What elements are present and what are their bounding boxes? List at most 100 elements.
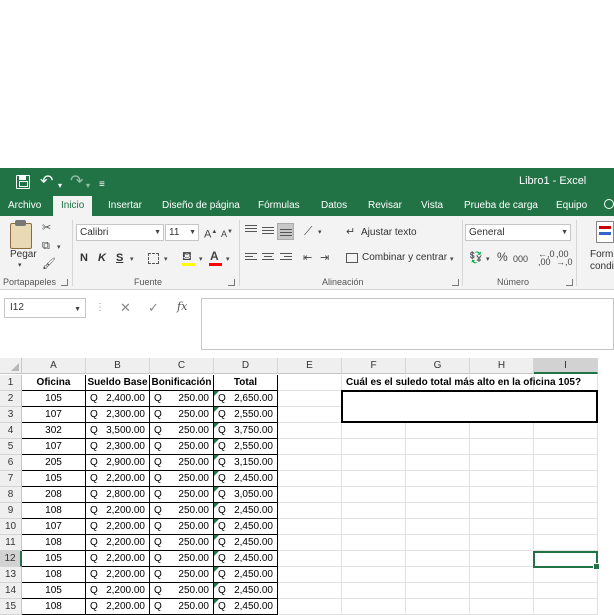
tab-revisar[interactable]: Revisar [368,196,402,216]
insert-function-icon[interactable]: fx [177,300,187,313]
table-cell[interactable]: 108 [22,535,86,551]
tab-inicio[interactable]: Inicio [53,196,93,216]
cell[interactable] [278,599,342,615]
increase-decimal-icon[interactable]: ←,0,00 [538,250,555,267]
table-cell[interactable]: Q 250.00 [150,471,214,487]
cell[interactable] [470,455,534,471]
row-header-4[interactable]: 4 [0,423,22,439]
column-header-f[interactable]: F [342,358,406,374]
cell[interactable] [342,487,406,503]
cell[interactable] [278,503,342,519]
table-cell[interactable]: Q 2,450.00 [214,503,278,519]
merge-center-icon[interactable] [346,253,358,263]
row-header-11[interactable]: 11 [0,535,22,551]
table-cell[interactable]: Q 2,450.00 [214,519,278,535]
align-center-icon[interactable] [262,253,274,263]
table-cell[interactable]: 105 [22,471,86,487]
cancel-icon[interactable]: ✕ [120,300,131,316]
table-cell[interactable]: 107 [22,519,86,535]
enter-icon[interactable]: ✓ [148,300,159,316]
table-cell[interactable]: 107 [22,407,86,423]
row-header-9[interactable]: 9 [0,503,22,519]
row-header-5[interactable]: 5 [0,439,22,455]
alineacion-launcher-icon[interactable] [452,279,459,286]
align-bottom-icon[interactable] [280,229,292,239]
column-header-i[interactable]: I [534,358,598,374]
row-header-6[interactable]: 6 [0,455,22,471]
cell[interactable] [534,423,598,439]
table-cell[interactable]: Q 2,200.00 [86,551,150,567]
tab-formulas[interactable]: Fórmulas [258,196,300,216]
cell[interactable] [470,583,534,599]
table-header-cell[interactable]: Oficina [22,375,86,391]
copy-icon[interactable]: ⧉ [42,240,50,252]
table-cell[interactable]: 105 [22,583,86,599]
tab-archivo[interactable]: Archivo [8,196,41,216]
thousands-icon[interactable]: 000 [513,253,528,265]
currency-icon[interactable]: 💱 [469,252,483,264]
table-cell[interactable]: Q 250.00 [150,599,214,615]
cell[interactable] [406,471,470,487]
cell[interactable] [534,439,598,455]
cell[interactable] [406,567,470,583]
cell[interactable] [278,375,342,391]
decrease-decimal-icon[interactable]: ,00 →,0 [556,250,573,267]
formula-bar-splitter[interactable]: ⋮ [95,302,105,313]
cell[interactable] [278,423,342,439]
select-all-corner[interactable] [0,358,22,374]
row-header-3[interactable]: 3 [0,407,22,423]
borders-icon[interactable] [148,253,159,264]
font-color-dropdown-icon[interactable]: ▾ [226,254,230,266]
cell[interactable] [406,503,470,519]
cell[interactable] [470,567,534,583]
table-cell[interactable]: Q 250.00 [150,439,214,455]
cell[interactable] [278,583,342,599]
table-cell[interactable]: 108 [22,503,86,519]
table-cell[interactable]: Q 2,450.00 [214,471,278,487]
cell[interactable] [278,567,342,583]
underline-button[interactable]: S [116,252,123,264]
table-cell[interactable]: Q 2,450.00 [214,551,278,567]
row-header-15[interactable]: 15 [0,599,22,615]
number-format-select[interactable]: General ▼ [465,224,571,241]
cell[interactable] [470,551,534,567]
table-cell[interactable]: 105 [22,551,86,567]
bold-button[interactable]: N [80,252,88,264]
table-cell[interactable]: Q 2,450.00 [214,583,278,599]
table-cell[interactable]: Q 2,200.00 [86,471,150,487]
redo-dropdown-icon[interactable]: ▾ [86,177,90,195]
table-cell[interactable]: Q 250.00 [150,551,214,567]
cell[interactable] [342,455,406,471]
cell[interactable] [406,535,470,551]
cell[interactable] [534,599,598,615]
cell[interactable] [342,567,406,583]
row-header-8[interactable]: 8 [0,487,22,503]
font-size-select[interactable]: 11 ▼ [165,224,199,241]
cell[interactable] [406,439,470,455]
table-cell[interactable]: Q 250.00 [150,391,214,407]
table-cell[interactable]: Q 250.00 [150,519,214,535]
table-header-cell[interactable]: Total [214,375,278,391]
merge-dropdown-icon[interactable]: ▾ [450,254,454,266]
table-cell[interactable]: Q 2,300.00 [86,407,150,423]
row-header-14[interactable]: 14 [0,583,22,599]
column-header-g[interactable]: G [406,358,470,374]
formula-input[interactable] [201,298,614,350]
table-cell[interactable]: Q 3,150.00 [214,455,278,471]
row-header-7[interactable]: 7 [0,471,22,487]
table-cell[interactable]: Q 250.00 [150,455,214,471]
cell[interactable] [278,519,342,535]
currency-dropdown-icon[interactable]: ▾ [486,254,490,266]
copy-dropdown-icon[interactable]: ▾ [57,242,61,254]
table-cell[interactable]: Q 3,500.00 [86,423,150,439]
increase-indent-icon[interactable]: ⇥ [320,252,329,264]
decrease-indent-icon[interactable]: ⇤ [303,252,312,264]
align-right-icon[interactable] [280,253,292,263]
table-cell[interactable]: Q 2,900.00 [86,455,150,471]
table-cell[interactable]: 208 [22,487,86,503]
tab-prueba-carga[interactable]: Prueba de carga [464,196,538,216]
column-header-b[interactable]: B [86,358,150,374]
answer-input-box[interactable] [341,390,598,423]
portapapeles-launcher-icon[interactable] [61,279,68,286]
cell[interactable] [342,439,406,455]
